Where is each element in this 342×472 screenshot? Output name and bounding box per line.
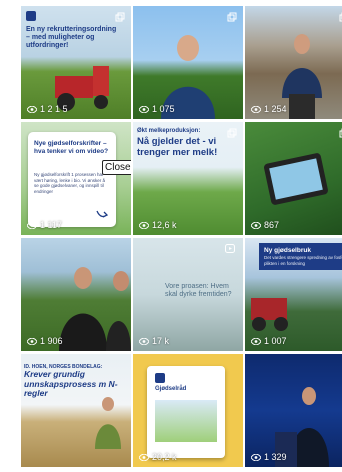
views-count: 1 007 — [251, 336, 287, 346]
views-label: 20,2 k — [152, 452, 177, 462]
post-tile[interactable]: Ny gjødselbruk Det vardes strengere spre… — [245, 238, 342, 351]
views-count: 1 906 — [27, 336, 63, 346]
post-caption: En ny rekrutteringsordning – med mulighe… — [26, 26, 117, 49]
people-photo — [59, 267, 131, 351]
play-eye-icon — [27, 221, 37, 229]
views-count: 867 — [251, 220, 279, 230]
info-body: Det vardes strengere spredning av fosfor… — [264, 255, 342, 266]
post-tile[interactable]: ID. HOEN, NORGES BONDELAG: Krever grundi… — [21, 354, 131, 467]
machine-photo — [251, 298, 288, 331]
play-eye-icon — [139, 337, 149, 345]
post-tile[interactable]: En ny rekrutteringsordning – med mulighe… — [21, 6, 131, 119]
post-tile[interactable]: 867 — [245, 122, 342, 235]
play-eye-icon — [251, 221, 261, 229]
play-eye-icon — [139, 453, 149, 461]
post-tile[interactable]: Gjødselråd 20,2 k — [133, 354, 243, 467]
card-body: Ny gjødselforskrift 1 prosessen har vært… — [34, 172, 105, 194]
post-tile[interactable]: Nye gjødselforskrifter – hva tenker vi o… — [21, 122, 131, 235]
views-count: 1 075 — [139, 104, 175, 114]
post-tile[interactable]: Vore proasen: Hvem skal dyrke fremtiden?… — [133, 238, 243, 351]
booklet-cover: Gjødselråd — [147, 366, 225, 458]
card-heading: Nye gjødselforskrifter – hva tenker vi o… — [34, 140, 109, 155]
carousel-icon — [115, 12, 125, 22]
reel-icon — [225, 244, 235, 253]
views-label: 1 075 — [152, 104, 175, 114]
play-eye-icon — [139, 105, 149, 113]
views-count: 1 117 — [27, 220, 62, 230]
views-count: 20,2 k — [139, 452, 177, 462]
views-label: 1 007 — [264, 336, 287, 346]
post-tile[interactable]: 1 075 — [133, 6, 243, 119]
post-headline: Økt melkeproduksjon: Nå gjelder det - vi… — [137, 128, 239, 158]
play-eye-icon — [139, 221, 149, 229]
play-eye-icon — [251, 105, 261, 113]
headline-title: Nå gjelder det - vi trenger mer melk! — [137, 136, 218, 158]
views-label: 1 906 — [40, 336, 63, 346]
person-photo — [95, 397, 121, 449]
info-heading: Ny gjødselbruk — [264, 247, 311, 254]
info-box: Ny gjødselbruk Det vardes strengere spre… — [259, 243, 342, 270]
tablet-photo — [264, 153, 328, 205]
brand-logo — [26, 11, 36, 21]
views-label: 867 — [264, 220, 280, 230]
views-label: 17 k — [152, 336, 170, 346]
post-caption: Vore proasen: Hvem skal dyrke fremtiden? — [165, 283, 232, 298]
booklet-image — [155, 400, 217, 442]
views-label: 1 254 — [264, 104, 287, 114]
play-eye-icon — [27, 105, 37, 113]
views-label: 12,6 k — [152, 220, 177, 230]
carousel-icon — [227, 12, 237, 22]
headline-subtitle: Økt melkeproduksjon: — [137, 128, 201, 134]
brand-logo — [155, 373, 165, 383]
views-count: 1 254 — [251, 104, 287, 114]
views-count: 1 2 1 5 — [27, 104, 68, 114]
post-grid: En ny rekrutteringsordning – med mulighe… — [21, 6, 342, 472]
post-tile[interactable]: 1 329 — [245, 354, 342, 467]
arrow-icon — [96, 210, 108, 218]
play-eye-icon — [251, 453, 261, 461]
post-tile[interactable]: 1 906 — [21, 238, 131, 351]
views-count: 1 329 — [251, 452, 287, 462]
views-count: 17 k — [139, 336, 169, 346]
carousel-icon — [227, 128, 237, 138]
views-count: 12,6 k — [139, 220, 177, 230]
info-card: Nye gjødselforskrifter – hva tenker vi o… — [28, 132, 116, 227]
post-tile[interactable]: 1 254 — [245, 6, 342, 119]
booklet-title: Gjødselråd — [155, 386, 187, 392]
views-label: 1 117 — [40, 220, 62, 230]
play-eye-icon — [251, 337, 261, 345]
close-button[interactable]: Close — [102, 160, 131, 175]
post-tile[interactable]: Økt melkeproduksjon: Nå gjelder det - vi… — [133, 122, 243, 235]
views-label: 1 329 — [264, 452, 287, 462]
play-eye-icon — [27, 337, 37, 345]
views-label: 1 2 1 5 — [40, 104, 68, 114]
